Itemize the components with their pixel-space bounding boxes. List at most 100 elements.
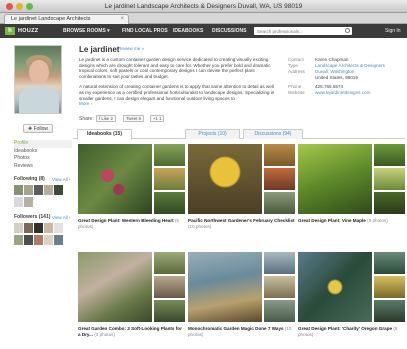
site-nav-bar: h HOUZZ BROWSE ROOMS ▾ FIND LOCAL PROS I…	[0, 24, 407, 38]
ideabook-thumb-image[interactable]	[264, 276, 295, 298]
ideabook-cover-image[interactable]	[298, 252, 372, 322]
ideabook-thumb-image[interactable]	[374, 276, 405, 298]
google-plus-button[interactable]: +1 1	[150, 115, 165, 122]
ideabook-title[interactable]: Pacific Northwest Gardener's February Ch…	[188, 218, 295, 230]
browser-window: Le jardinet Landscape Architects & Desig…	[0, 0, 407, 349]
ideabook-thumb-image[interactable]	[264, 300, 295, 322]
nav-ideabooks[interactable]: IDEABOOKS	[173, 28, 203, 34]
ideabook-title[interactable]: Great Garden Combo: 3 Soft-Looking Plant…	[78, 326, 185, 338]
ideabook-thumb-image[interactable]	[154, 192, 185, 214]
ideabook-thumb-image[interactable]	[374, 168, 405, 190]
followers-view-all-link[interactable]: View All ›	[52, 215, 70, 220]
ideabook-title-text[interactable]: Pacific Northwest Gardener's February Ch…	[188, 218, 295, 223]
follower-avatar[interactable]	[34, 235, 43, 245]
ideabook-thumb-image[interactable]	[154, 300, 185, 322]
ideabook-card[interactable]: Monochromatic Garden Magic Done 7 Ways (…	[188, 252, 295, 349]
ideabook-thumb-image[interactable]	[264, 192, 295, 214]
nav-find-local-pros[interactable]: FIND LOCAL PROS	[122, 28, 168, 34]
ideabook-thumb-image[interactable]	[374, 192, 405, 214]
side-link-reviews[interactable]: Reviews	[14, 163, 72, 171]
side-link-photos[interactable]: Photos	[14, 155, 72, 163]
ideabook-card[interactable]: Pacific Northwest Gardener's February Ch…	[188, 144, 295, 244]
ideabook-cover-image[interactable]	[188, 252, 262, 322]
search-input[interactable]	[254, 27, 338, 35]
ideabook-thumb-image[interactable]	[374, 252, 405, 274]
share-label: Share:	[79, 116, 94, 122]
photo-face-shape	[29, 60, 49, 84]
follower-avatar[interactable]	[54, 235, 63, 245]
follower-avatar[interactable]	[44, 223, 53, 233]
ideabook-thumb-image[interactable]	[154, 252, 185, 274]
ideabook-thumb-image[interactable]	[374, 300, 405, 322]
ideabook-cover-image[interactable]	[188, 144, 262, 214]
sign-in-link[interactable]: Sign In	[385, 28, 401, 34]
following-avatar[interactable]	[54, 185, 63, 195]
ideabook-card[interactable]: Great Design Plant: Western Bleeding Hea…	[78, 144, 185, 244]
ideabook-title-text[interactable]: Great Design Plant: Vine Maple	[298, 218, 366, 223]
browser-tab[interactable]: Le jardinet Landscape Architects ×	[4, 14, 129, 24]
side-link-profile[interactable]: Profile	[14, 140, 72, 148]
tab-discussions[interactable]: Discussions (94)	[243, 129, 303, 139]
houzz-logo-icon[interactable]: h	[5, 27, 15, 35]
follower-avatar[interactable]	[14, 235, 23, 245]
following-avatar[interactable]	[44, 185, 53, 195]
follow-button[interactable]: ✚ Follow	[23, 124, 53, 133]
follower-avatar[interactable]	[14, 223, 23, 233]
review-me-link[interactable]: Review me »	[118, 46, 144, 51]
ideabook-thumb-image[interactable]	[264, 144, 295, 166]
nav-discussions[interactable]: DISCUSSIONS	[212, 28, 246, 34]
ideabook-thumb-image[interactable]	[264, 168, 295, 190]
follower-avatars-row2	[14, 235, 74, 246]
follower-avatar[interactable]	[34, 223, 43, 233]
ideabook-photo-count: (3 photos)	[94, 331, 115, 337]
ideabook-thumb-image[interactable]	[154, 144, 185, 166]
side-link-ideabooks[interactable]: Ideabooks	[14, 148, 72, 156]
ideabook-title[interactable]: Great Design Plant: Vine Maple (9 photos…	[298, 218, 405, 224]
close-tab-icon[interactable]: ×	[120, 16, 124, 22]
tab-ideabooks[interactable]: Ideabooks (15)	[77, 129, 132, 140]
ideabook-card[interactable]: Great Design Plant: 'Charity' Oregon Gra…	[298, 252, 405, 349]
ideabook-card[interactable]: Great Garden Combo: 3 Soft-Looking Plant…	[78, 252, 185, 349]
tab-projects[interactable]: Projects (10)	[185, 129, 240, 139]
info-website-link[interactable]: www.lejardinetdesigns.com	[315, 90, 370, 96]
photo-body-shape	[19, 86, 59, 113]
follower-avatars	[14, 223, 74, 234]
facebook-like-button[interactable]: f Like 2	[96, 115, 116, 122]
tweet-button[interactable]: Tweet 5	[123, 115, 145, 122]
following-avatars-row2	[14, 197, 74, 208]
following-view-all-link[interactable]: View All ›	[52, 177, 70, 182]
profile-photo	[14, 45, 62, 114]
following-avatar[interactable]	[34, 185, 43, 195]
ideabook-cover-image[interactable]	[78, 144, 152, 214]
nav-browse-rooms[interactable]: BROWSE ROOMS ▾	[63, 28, 110, 34]
following-avatar[interactable]	[24, 197, 33, 207]
ideabook-title[interactable]: Great Design Plant: 'Charity' Oregon Gra…	[298, 326, 405, 338]
follower-avatar[interactable]	[44, 235, 53, 245]
ideabook-cover-image[interactable]	[78, 252, 152, 322]
description-paragraph-2: A natural extension of creating containe…	[79, 84, 275, 101]
ideabook-thumb-image[interactable]	[374, 144, 405, 166]
ideabook-thumb-image[interactable]	[154, 276, 185, 298]
ideabook-title-text[interactable]: Monochromatic Garden Magic Done 7 Ways	[188, 326, 284, 331]
ideabook-title[interactable]: Monochromatic Garden Magic Done 7 Ways (…	[188, 326, 295, 338]
brand-name[interactable]: HOUZZ	[18, 28, 38, 34]
follower-avatar[interactable]	[54, 223, 63, 233]
following-avatar[interactable]	[14, 185, 23, 195]
follower-avatar[interactable]	[24, 223, 33, 233]
info-key-website: Website	[288, 90, 305, 95]
following-avatar[interactable]	[24, 185, 33, 195]
following-avatar[interactable]	[14, 197, 23, 207]
ideabook-title-text[interactable]: Great Design Plant: 'Charity' Oregon Gra…	[298, 326, 392, 331]
ideabook-thumb-image[interactable]	[264, 252, 295, 274]
window-title: Le jardinet Landscape Architects & Desig…	[104, 3, 303, 10]
ideabook-photo-count: (10 photos)	[188, 223, 212, 229]
ideabook-title[interactable]: Great Design Plant: Western Bleeding Hea…	[78, 218, 185, 230]
follower-avatar[interactable]	[24, 235, 33, 245]
ideabook-title-text[interactable]: Great Design Plant: Western Bleeding Hea…	[78, 218, 174, 223]
ideabook-cover-image[interactable]	[298, 144, 372, 214]
more-link[interactable]: More ›	[79, 101, 275, 107]
ideabook-thumb-image[interactable]	[154, 168, 185, 190]
profile-name: Le jardinet	[79, 45, 120, 54]
search-icon[interactable]	[345, 28, 350, 33]
ideabook-card[interactable]: Great Design Plant: Vine Maple (9 photos…	[298, 144, 405, 244]
